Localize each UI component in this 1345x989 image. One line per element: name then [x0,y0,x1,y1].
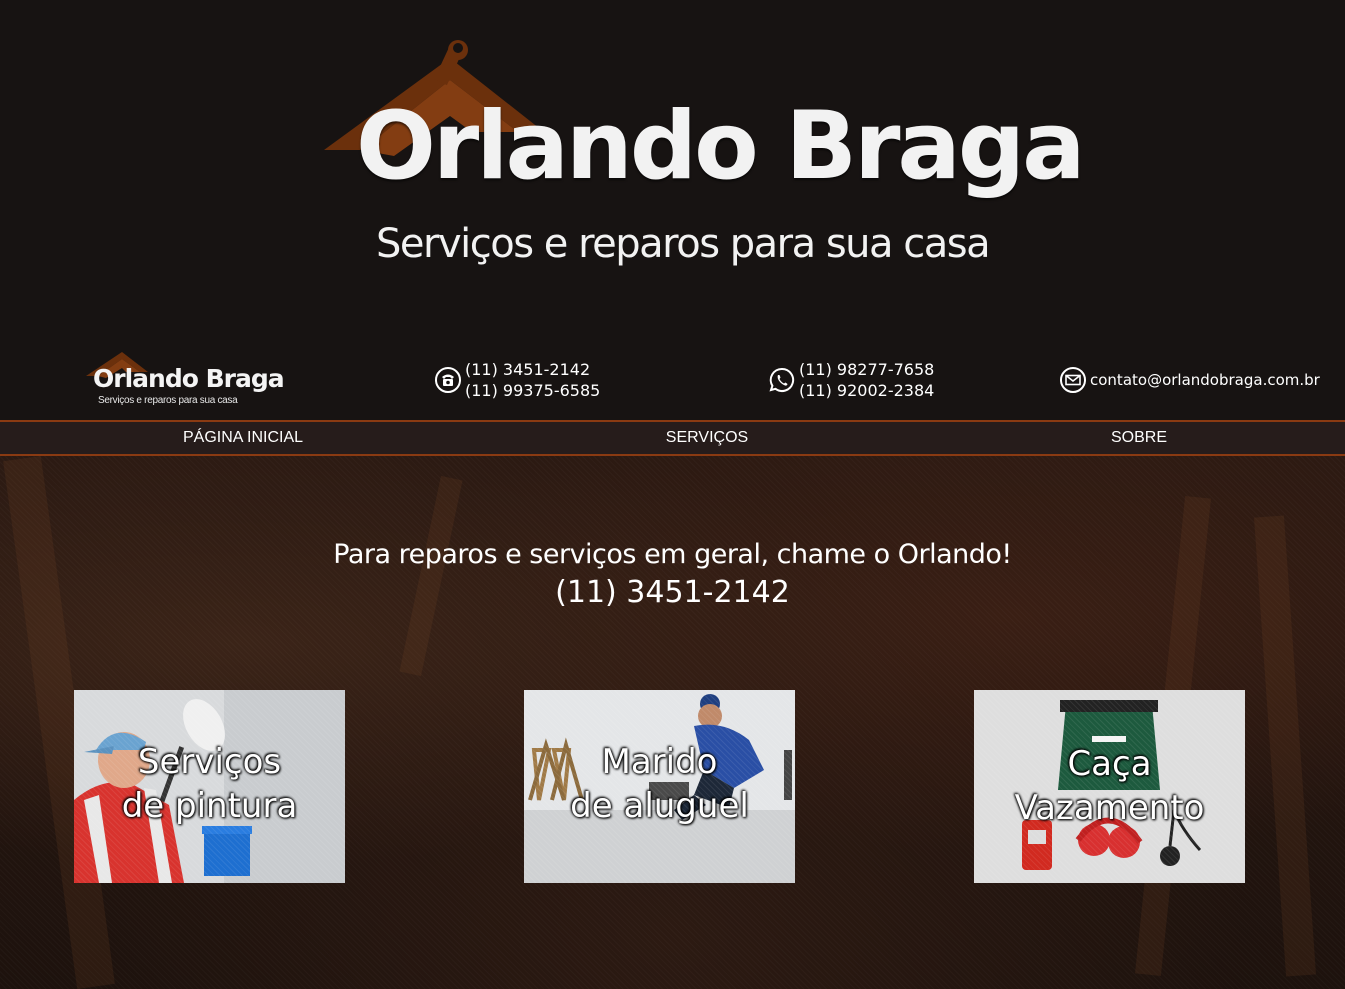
main-nav: PÁGINA INICIAL SERVIÇOS SOBRE [0,420,1345,456]
hero-banner: Orlando Braga Serviços e reparos para su… [0,0,1345,350]
main-headline: Para reparos e serviços em geral, chame … [333,539,1012,570]
hero-logo[interactable]: Orlando Braga Serviços e reparos para su… [322,40,1086,290]
phone-numbers: (11) 3451-2142 (11) 99375-6585 [465,359,600,401]
nav-home[interactable]: PÁGINA INICIAL [183,422,303,454]
whatsapp-numbers: (11) 98277-7658 (11) 92002-2384 [799,359,934,401]
service-card-line: Marido [601,742,718,782]
nav-about[interactable]: SOBRE [1111,422,1167,454]
service-card-line: Serviços [137,742,282,782]
phone-number-2[interactable]: (11) 99375-6585 [465,380,600,401]
whatsapp-number-2[interactable]: (11) 92002-2384 [799,380,934,401]
email-link[interactable]: contato@orlandobraga.com.br [1090,370,1320,391]
contact-phone[interactable]: (11) 3451-2142 (11) 99375-6585 [434,359,600,401]
envelope-icon [1059,366,1087,394]
nav-services[interactable]: SERVIÇOS [666,422,748,454]
hero-subtitle: Serviços e reparos para sua casa [376,221,991,267]
contact-bar: Orlando Braga Serviços e reparos para su… [0,350,1345,420]
whatsapp-number-1[interactable]: (11) 98277-7658 [799,359,934,380]
header-logo-tagline: Serviços e reparos para sua casa [98,395,238,406]
whatsapp-icon [768,366,796,394]
main-section: Para reparos e serviços em geral, chame … [0,456,1345,989]
header-logo[interactable]: Orlando Braga Serviços e reparos para su… [86,350,286,412]
service-card-line: de aluguel [570,786,749,826]
service-card-leak-detection[interactable]: Caça Vazamento [974,690,1245,883]
header-logo-title: Orlando Braga [93,364,285,393]
service-card-label: Serviços de pintura [74,740,345,828]
contact-whatsapp[interactable]: (11) 98277-7658 (11) 92002-2384 [768,359,934,401]
service-card-handyman[interactable]: Marido de aluguel [524,690,795,883]
contact-email[interactable]: contato@orlandobraga.com.br [1059,366,1320,394]
service-card-line: de pintura [121,786,298,826]
service-card-line: Caça [1067,744,1152,784]
hero-title: Orlando Braga [356,92,1086,201]
service-card-line: Vazamento [1014,788,1205,828]
main-phone[interactable]: (11) 3451-2142 [0,574,1345,611]
service-card-painting[interactable]: Serviços de pintura [74,690,345,883]
service-card-label: Caça Vazamento [974,742,1245,830]
telephone-icon [434,366,462,394]
service-card-label: Marido de aluguel [524,740,795,828]
phone-number-1[interactable]: (11) 3451-2142 [465,359,600,380]
